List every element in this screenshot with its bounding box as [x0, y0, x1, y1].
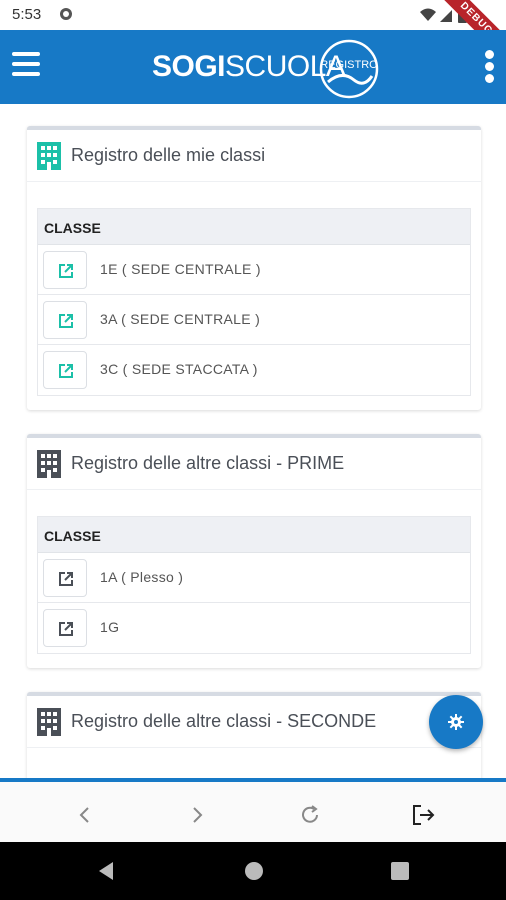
hamburger-icon-line — [12, 62, 40, 66]
more-options-button[interactable] — [482, 50, 496, 86]
square-recents-icon — [391, 862, 409, 880]
gear-icon — [448, 714, 464, 730]
system-recents-button[interactable] — [389, 860, 411, 882]
card-altre-classi-seconde: Registro delle altre classi - SECONDE — [27, 692, 481, 780]
logo-bold: SOGI — [152, 50, 226, 83]
open-external-icon — [59, 572, 73, 586]
menu-button[interactable] — [12, 52, 42, 82]
class-label: 3A ( SEDE CENTRALE ) — [100, 311, 261, 327]
app-bar: SOGISCUOLA REGISTRO — [0, 30, 506, 104]
table-row: 1A ( Plesso ) — [38, 553, 470, 603]
open-external-icon — [59, 622, 73, 636]
system-nav-bar — [0, 842, 506, 900]
open-external-icon — [59, 314, 73, 328]
status-bar: 5:53 DEBUG — [0, 0, 506, 68]
class-label: 1E ( SEDE CENTRALE ) — [100, 261, 261, 277]
badge-text: REGISTRO — [320, 59, 378, 71]
system-home-button[interactable] — [243, 860, 265, 882]
refresh-button[interactable] — [293, 798, 327, 832]
chevron-left-icon — [79, 807, 89, 823]
logout-icon — [413, 805, 435, 825]
system-back-button[interactable] — [95, 860, 117, 882]
card-header: Registro delle altre classi - SECONDE — [27, 696, 481, 748]
open-external-icon — [59, 264, 73, 278]
card-title: Registro delle mie classi — [71, 145, 266, 165]
logo-text: SOGISCUOLA — [152, 50, 346, 84]
refresh-icon — [302, 805, 318, 823]
triangle-back-icon — [99, 862, 113, 880]
open-class-button[interactable] — [43, 609, 87, 647]
card-title: Registro delle altre classi - PRIME — [71, 453, 345, 473]
card-header: Registro delle mie classi — [27, 130, 481, 182]
table-row: 1E ( SEDE CENTRALE ) — [38, 245, 470, 295]
column-header-classe: CLASSE — [38, 209, 470, 245]
classes-table: CLASSE 1A ( Plesso ) 1G — [37, 516, 471, 654]
back-button[interactable] — [68, 798, 102, 832]
classes-table: CLASSE 1E ( SEDE CENTRALE ) 3A ( SEDE CE… — [37, 208, 471, 396]
open-class-button[interactable] — [43, 251, 87, 289]
column-header-classe: CLASSE — [38, 517, 470, 553]
card-header: Registro delle altre classi - PRIME — [27, 438, 481, 490]
notification-icon — [60, 8, 72, 20]
hamburger-icon-line — [12, 72, 40, 76]
card-title: Registro delle altre classi - SECONDE — [71, 711, 377, 731]
open-class-button[interactable] — [43, 301, 87, 339]
building-icon — [37, 142, 61, 170]
open-class-button[interactable] — [43, 351, 87, 389]
circle-home-icon — [245, 862, 263, 880]
main-content[interactable]: Registro delle mie classi CLASSE 1E ( SE… — [0, 104, 506, 780]
bottom-nav-bar — [0, 778, 506, 842]
forward-button[interactable] — [180, 798, 214, 832]
app-logo: SOGISCUOLA REGISTRO — [152, 39, 384, 99]
more-vert-icon-dot — [484, 62, 494, 71]
card-mie-classi: Registro delle mie classi CLASSE 1E ( SE… — [27, 126, 481, 410]
class-label: 1A ( Plesso ) — [100, 569, 184, 585]
building-icon — [37, 708, 61, 736]
table-row: 3C ( SEDE STACCATA ) — [38, 345, 470, 395]
class-label: 3C ( SEDE STACCATA ) — [100, 361, 258, 377]
class-label: 1G — [100, 619, 120, 635]
building-icon — [37, 450, 61, 478]
table-row: 3A ( SEDE CENTRALE ) — [38, 295, 470, 345]
logout-button[interactable] — [406, 798, 440, 832]
registro-badge-icon: REGISTRO — [319, 39, 379, 99]
open-class-button[interactable] — [43, 559, 87, 597]
hamburger-icon — [12, 52, 40, 56]
table-row: 1G — [38, 603, 470, 653]
chevron-right-icon — [193, 807, 203, 823]
more-vert-icon — [484, 50, 494, 59]
card-altre-classi-prime: Registro delle altre classi - PRIME CLAS… — [27, 434, 481, 668]
open-external-icon — [59, 364, 73, 378]
status-time: 5:53 — [12, 6, 42, 23]
settings-fab[interactable] — [429, 695, 483, 749]
more-vert-icon-dot — [484, 74, 494, 83]
